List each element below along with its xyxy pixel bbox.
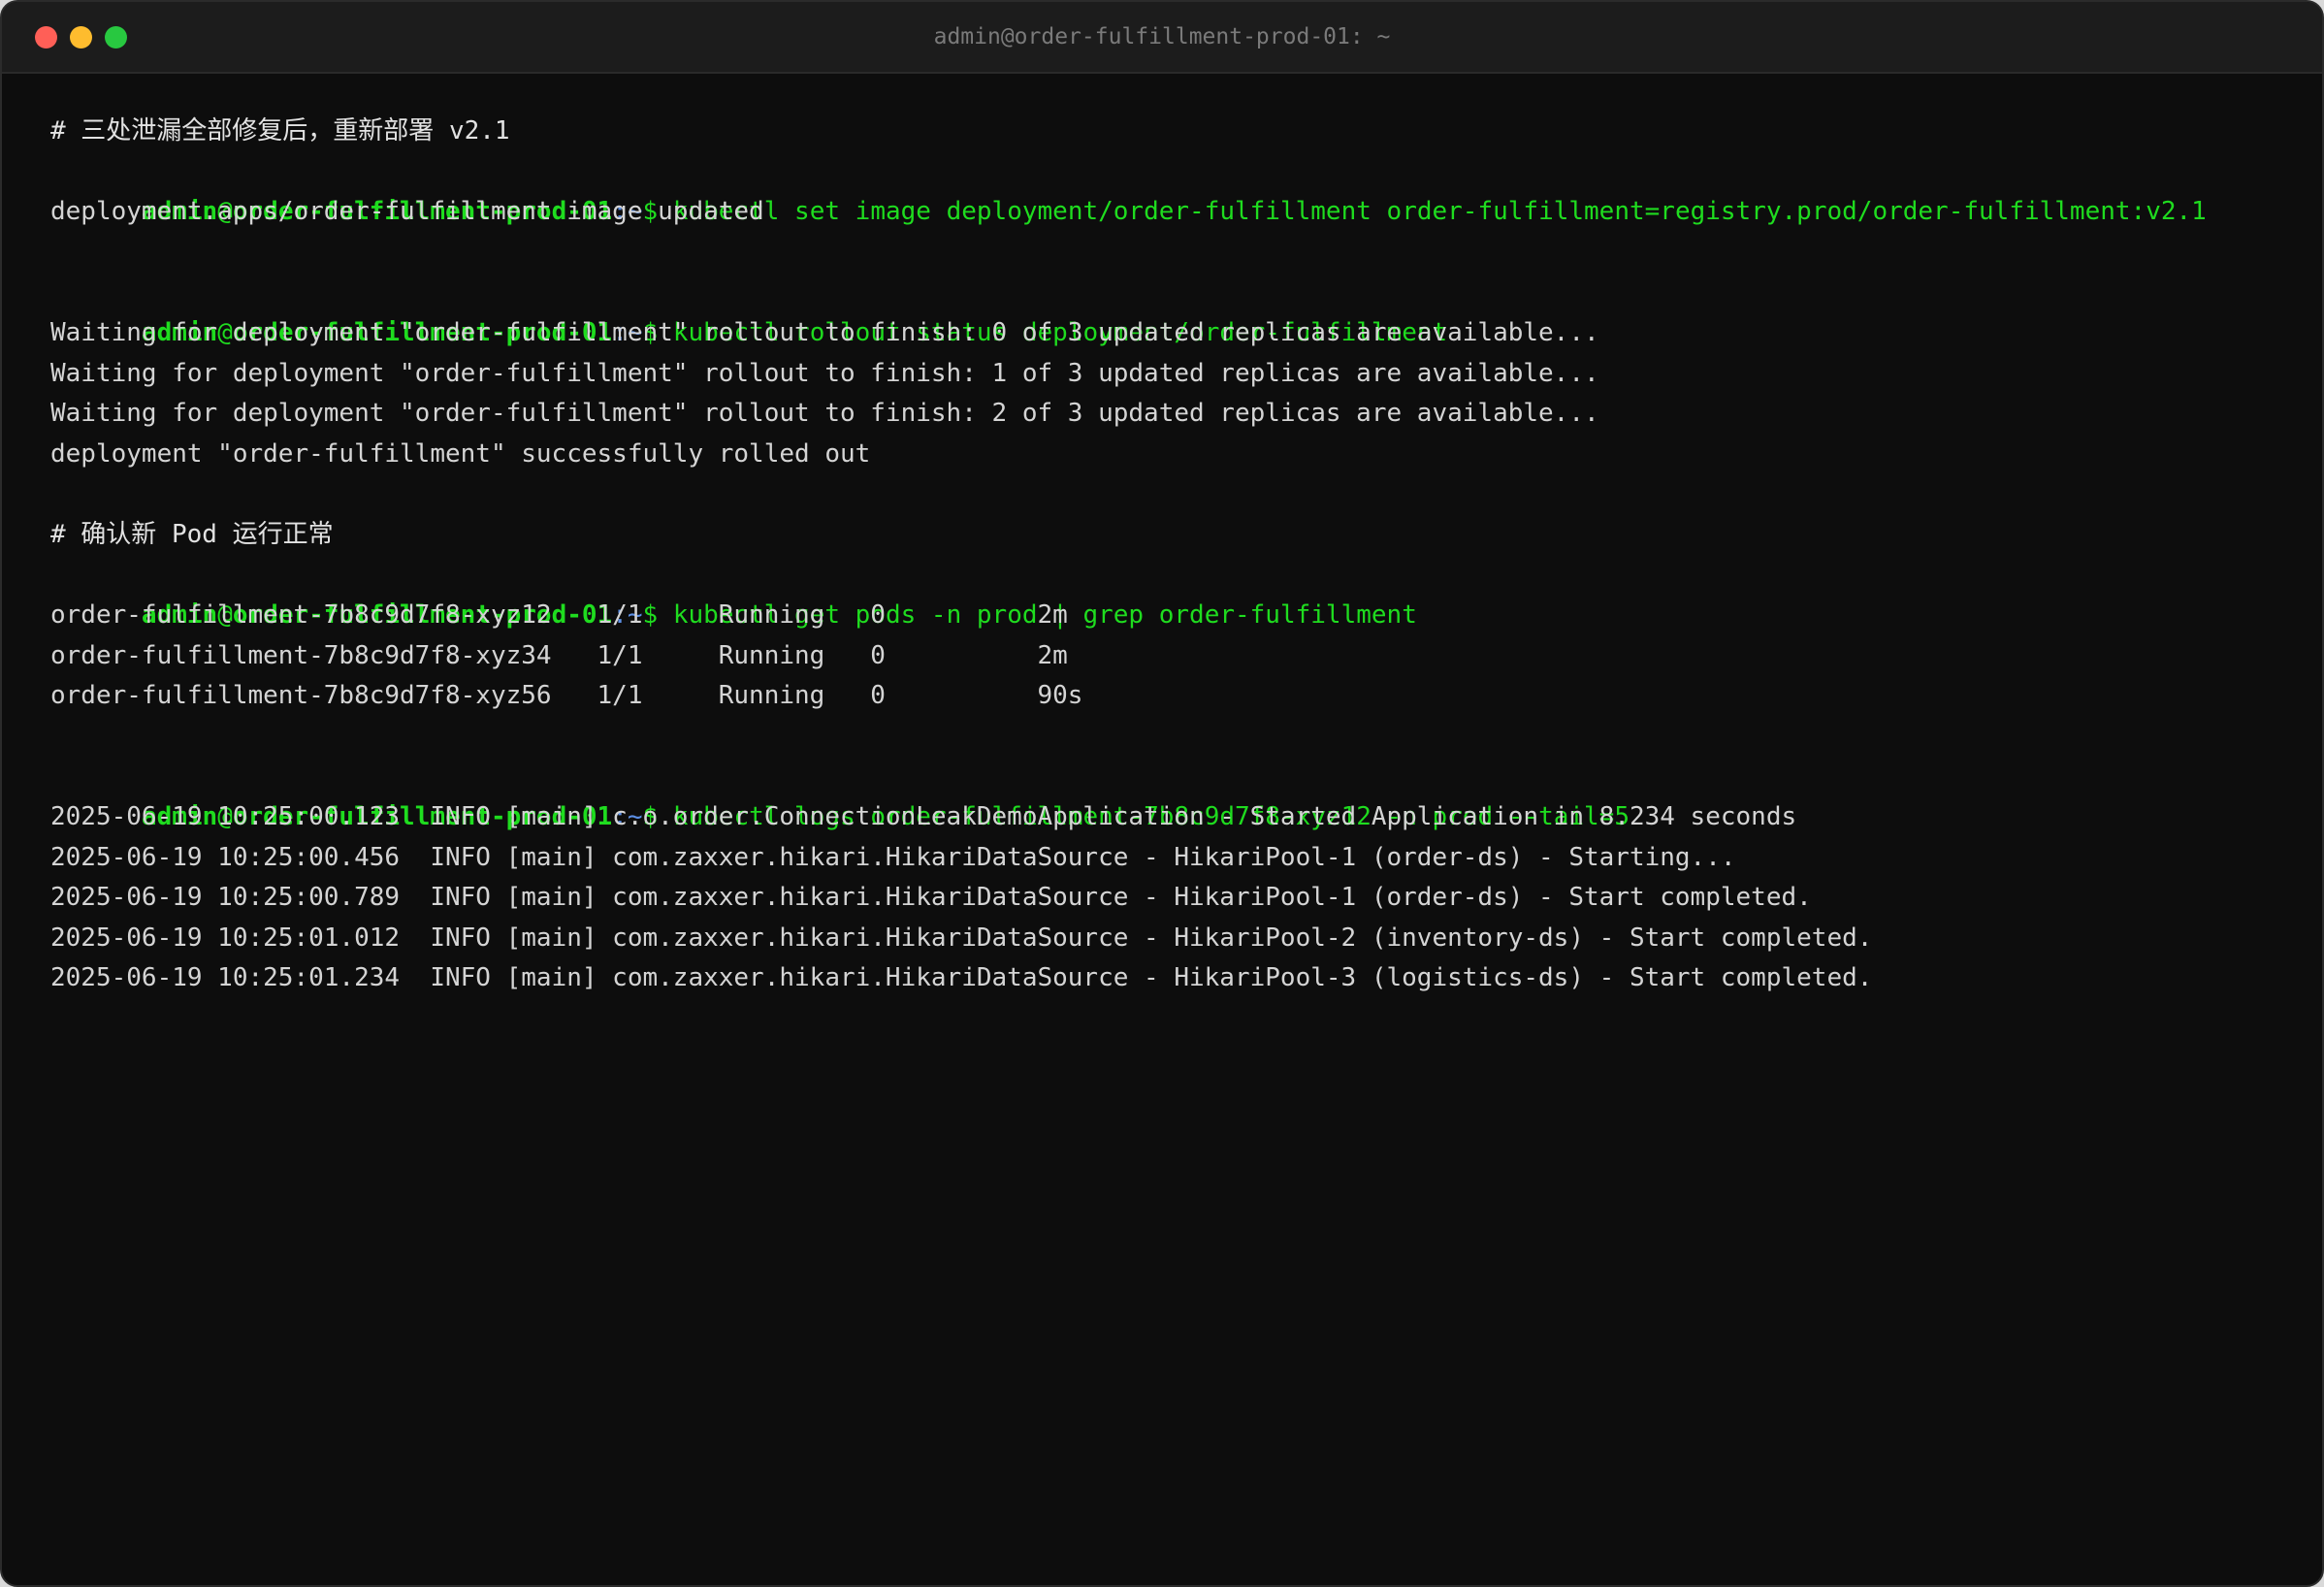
command-text: kubectl set image deployment/order-fulfi… <box>672 197 2207 227</box>
output-line: Waiting for deployment "order-fulfillmen… <box>50 399 1599 429</box>
prompt-line: admin@order-fulfillment-prod-01:~$ kubec… <box>50 556 2303 630</box>
pod-status: Running <box>718 681 825 711</box>
window-title: admin@order-fulfillment-prod-01: ~ <box>933 24 1391 49</box>
pod-status: Running <box>718 640 825 670</box>
pod-restarts: 0 <box>870 640 886 670</box>
pod-row: order-fulfillment-7b8c9d7f8-xyz34 1/1 Runn… <box>50 636 2303 677</box>
terminal-window: admin@order-fulfillment-prod-01: ~ # 三处泄… <box>0 0 2324 1587</box>
output-line: Waiting for deployment "order-fulfillmen… <box>50 317 1599 347</box>
pod-name: order-fulfillment-7b8c9d7f8-xyz34 <box>50 640 552 670</box>
terminal-output[interactable]: # 三处泄漏全部修复后，重新部署 v2.1 admin@order-fulfil… <box>50 112 2303 999</box>
comment-line: # 三处泄漏全部修复后，重新部署 v2.1 <box>50 116 510 146</box>
pod-ready: 1/1 <box>597 600 643 631</box>
pod-name: order-fulfillment-7b8c9d7f8-xyz56 <box>50 681 552 711</box>
pod-age: 90s <box>1037 681 1083 711</box>
comment-line: # 确认新 Pod 运行正常 <box>50 519 334 549</box>
output-line: Waiting for deployment "order-fulfillmen… <box>50 358 1599 388</box>
prompt-line: admin@order-fulfillment-prod-01:~$ kubec… <box>50 152 2303 226</box>
pod-restarts: 0 <box>870 600 886 631</box>
prompt-line: admin@order-fulfillment-prod-01:~$ kubec… <box>50 758 2303 831</box>
pod-age: 2m <box>1037 640 1068 670</box>
log-line: 2025-06-19 10:25:00.456 INFO [main] com.… <box>50 842 1736 872</box>
pod-restarts: 0 <box>870 681 886 711</box>
log-line: 2025-06-19 10:25:01.234 INFO [main] com.… <box>50 963 1873 993</box>
pod-ready: 1/1 <box>597 640 643 670</box>
pod-status: Running <box>718 600 825 631</box>
log-line: 2025-06-19 10:25:01.012 INFO [main] com.… <box>50 923 1873 953</box>
pod-ready: 1/1 <box>597 681 643 711</box>
pod-row: order-fulfillment-7b8c9d7f8-xyz56 1/1 Runn… <box>50 676 2303 717</box>
title-bar: admin@order-fulfillment-prod-01: ~ <box>2 2 2322 74</box>
log-line: 2025-06-19 10:25:00.789 INFO [main] com.… <box>50 883 1812 913</box>
pod-name: order-fulfillment-7b8c9d7f8-xyz12 <box>50 600 552 631</box>
prompt-line: admin@order-fulfillment-prod-01:~$ kubec… <box>50 273 2303 347</box>
pod-age: 2m <box>1037 600 1068 631</box>
output-line: deployment "order-fulfillment" successfu… <box>50 438 871 469</box>
log-line: 2025-06-19 10:25:00.123 INFO [main] c.o.… <box>50 802 1797 832</box>
